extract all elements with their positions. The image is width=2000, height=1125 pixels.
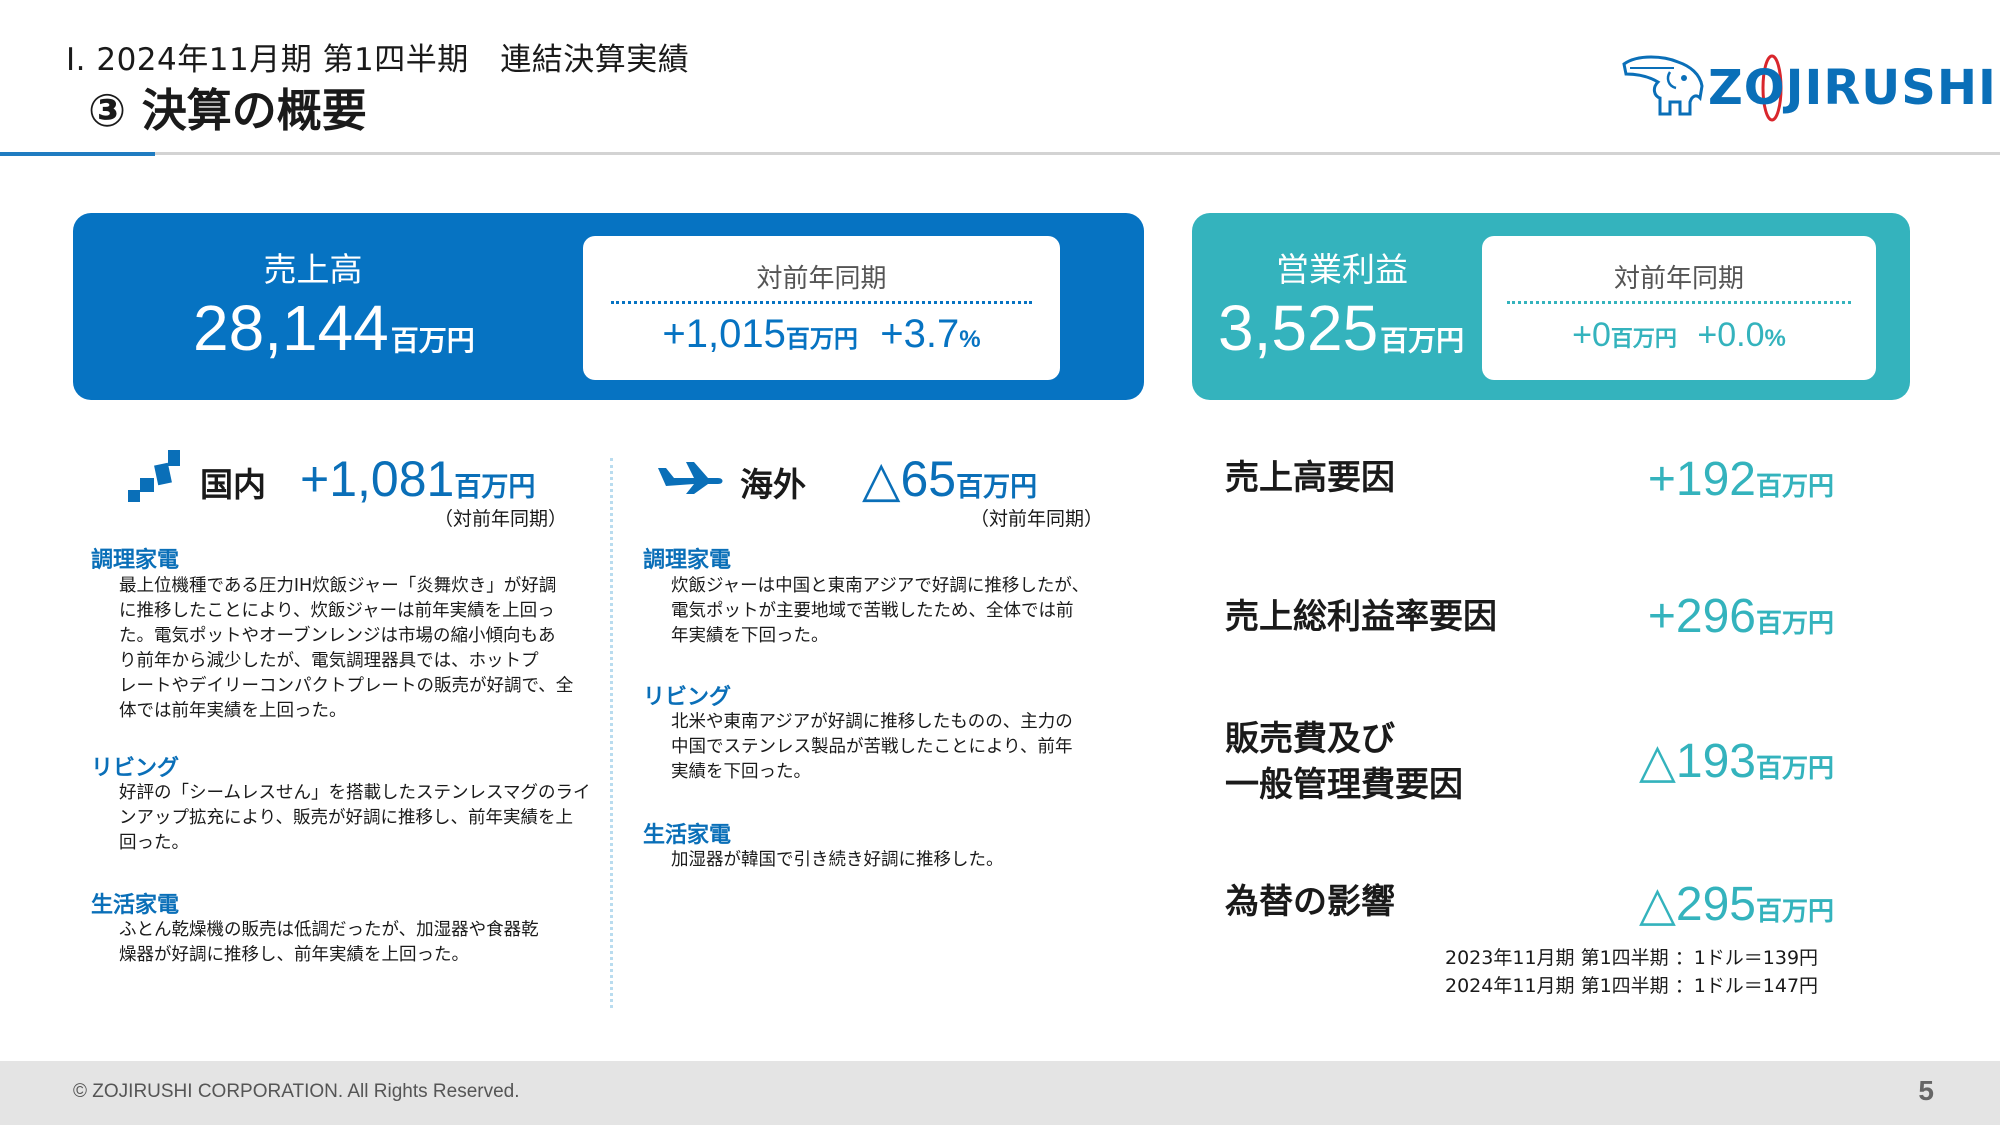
sales-yoy-divider <box>611 301 1032 304</box>
fx-rate-note-2024: 2024年11月期 第1四半期 ：1ドル＝147円 <box>1445 975 1819 997</box>
factor-fx-value: △295百万円 <box>1638 878 1834 931</box>
domestic-value: +1,081 <box>300 451 455 507</box>
operating-profit-value: 3,525百万円 <box>1218 291 1464 365</box>
sales-yoy-box: 対前年同期 +1,015百万円 +3.7% <box>583 236 1060 380</box>
ascending-steps-icon <box>128 450 180 502</box>
operating-profit-unit: 百万円 <box>1380 324 1465 357</box>
domestic-cat-cooking-body: 最上位機種である圧力IH炊飯ジャー「炎舞炊き」が好調 に推移したことにより、炊飯… <box>119 576 574 721</box>
copyright: © ZOJIRUSHI CORPORATION. All Rights Rese… <box>73 1081 520 1102</box>
operating-profit-yoy-values: +0百万円 +0.0% <box>1482 316 1876 355</box>
operating-profit-yoy-amount: +0 <box>1572 316 1611 354</box>
logo-wordmark: ZOJIRUSHI <box>1708 60 1997 116</box>
sales-label: 売上高 <box>263 250 363 289</box>
domestic-cat-living-body: 好評の「シームレスせん」を搭載したステンレスマグのライ ンアップ拡充により、販売… <box>119 783 591 853</box>
factor-sga-label: 販売費及び 一般管理費要因 <box>1225 719 1463 805</box>
operating-profit-yoy-percent: +0.0 <box>1697 316 1765 354</box>
operating-profit-yoy-box: 対前年同期 +0百万円 +0.0% <box>1482 236 1876 380</box>
factor-gross-margin-value: +296百万円 <box>1647 590 1834 643</box>
footer: © ZOJIRUSHI CORPORATION. All Rights Rese… <box>0 1061 2000 1125</box>
overseas-cat-cooking-body: 炊飯ジャーは中国と東南アジアで好調に推移したが、 電気ポットが主要地域で苦戦した… <box>671 576 1090 646</box>
sales-yoy-unit: 百万円 <box>785 325 858 353</box>
factor-sales-label: 売上高要因 <box>1225 458 1395 498</box>
domestic-cat-living-title: リビング <box>91 756 180 781</box>
factor-sga-value: △193百万円 <box>1638 735 1834 788</box>
overseas-cat-cooking-title: 調理家電 <box>643 548 732 573</box>
overseas-name: 海外 <box>740 465 806 504</box>
operating-profit-panel: 営業利益 3,525百万円 対前年同期 +0百万円 +0.0% <box>1192 213 1910 400</box>
sales-unit: 百万円 <box>390 324 475 357</box>
domestic-name: 国内 <box>200 465 266 504</box>
domestic-cat-cooking-title: 調理家電 <box>91 548 180 573</box>
overseas-cat-living-body: 北米や東南アジアが好調に推移したものの、主力の 中国でステンレス製品が苦戦したこ… <box>671 712 1073 782</box>
domestic-cat-appliance-title: 生活家電 <box>91 893 180 918</box>
overseas-unit: 百万円 <box>956 472 1038 503</box>
operating-profit-amount: 3,525 <box>1218 292 1379 364</box>
factor-fx-label: 為替の影響 <box>1225 882 1395 922</box>
operating-profit-yoy-unit: 百万円 <box>1610 327 1677 352</box>
operating-profit-label: 営業利益 <box>1276 250 1408 289</box>
overseas-note: （対前年同期） <box>970 508 1104 530</box>
elephant-logo-icon <box>1622 55 1704 116</box>
sales-yoy-title: 対前年同期 <box>756 264 887 294</box>
column-divider <box>610 458 613 1008</box>
sales-value: 28,144百万円 <box>193 291 475 365</box>
overseas-cat-living-title: リビング <box>643 685 732 710</box>
operating-profit-yoy-divider <box>1507 301 1851 304</box>
section-subtitle: Ⅰ. 2024年11月期 第1四半期 連結決算実績 <box>66 42 690 78</box>
overseas-header: 海外 △65 百万円 <box>740 450 1037 508</box>
airplane-icon <box>658 462 723 494</box>
sales-yoy-amount: +1,015 <box>662 312 786 356</box>
sales-yoy-percent: +3.7 <box>880 312 960 356</box>
overseas-value: △65 <box>862 451 957 507</box>
page-title: ③ 決算の概要 <box>88 84 367 137</box>
sales-yoy-values: +1,015百万円 +3.7% <box>583 312 1060 357</box>
overseas-cat-appliance-title: 生活家電 <box>643 823 732 848</box>
page-number: 5 <box>1918 1075 1934 1106</box>
domestic-note: （対前年同期） <box>434 508 568 530</box>
operating-profit-yoy-percent-unit: % <box>1764 325 1786 352</box>
sales-yoy-percent-unit: % <box>959 326 981 353</box>
factor-sales-value: +192百万円 <box>1647 453 1834 506</box>
domestic-cat-appliance-body: ふとん乾燥機の販売は低調だったが、加湿器や食器乾 燥器が好調に推移し、前年実績を… <box>119 920 539 965</box>
sales-amount: 28,144 <box>193 292 389 364</box>
domestic-unit: 百万円 <box>454 472 536 503</box>
domestic-header: 国内 +1,081 百万円 <box>200 450 535 508</box>
header-divider-accent <box>0 152 155 156</box>
header-divider <box>0 152 2000 155</box>
operating-profit-yoy-title: 対前年同期 <box>1613 264 1744 294</box>
company-logo: ZOJIRUSHI <box>1618 52 1996 124</box>
factor-gross-margin-label: 売上総利益率要因 <box>1225 597 1497 637</box>
fx-rate-note-2023: 2023年11月期 第1四半期 ：1ドル＝139円 <box>1445 947 1819 969</box>
sales-panel: 売上高 28,144百万円 対前年同期 +1,015百万円 +3.7% <box>73 213 1144 400</box>
overseas-cat-appliance-body: 加湿器が韓国で引き続き好調に推移した。 <box>671 850 1004 870</box>
